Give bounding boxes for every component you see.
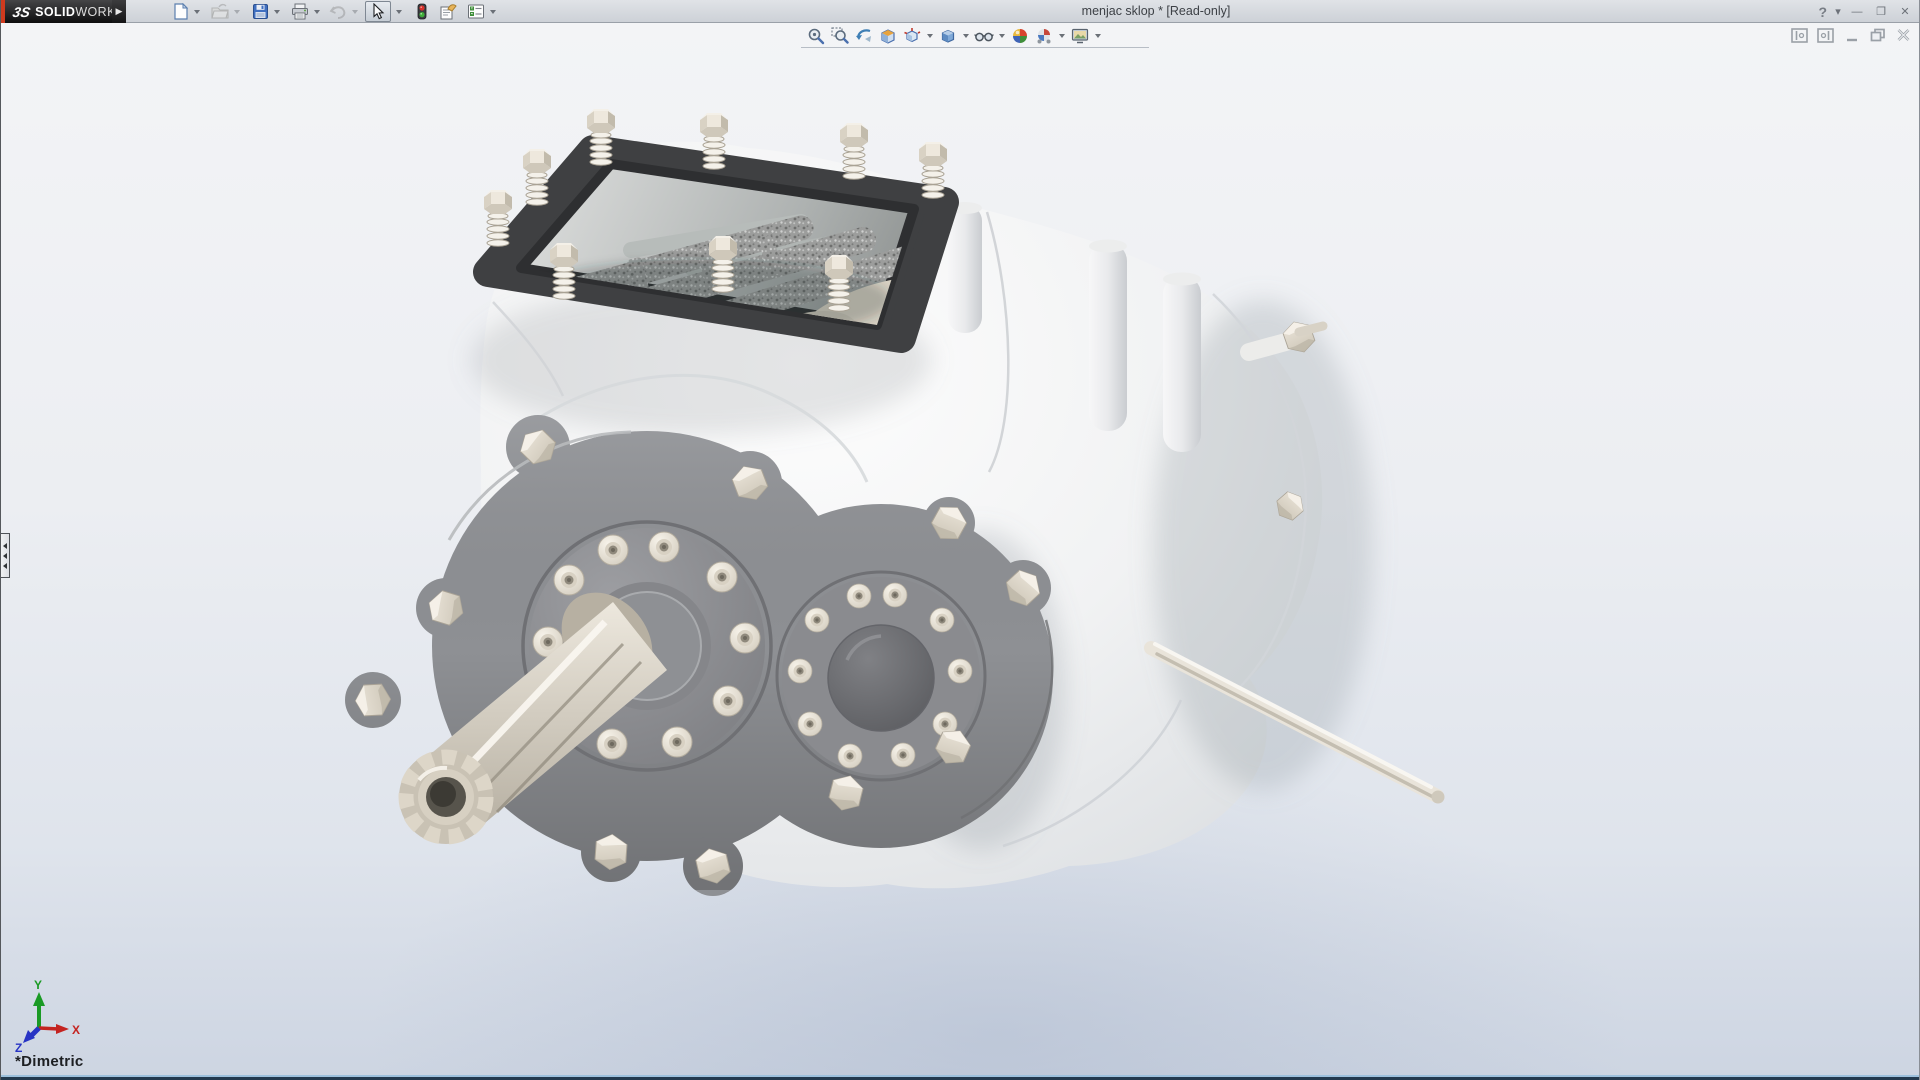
zoom-to-fit-icon: [807, 27, 825, 45]
headsup-view-toolbar: [801, 24, 1149, 48]
new-document-icon: [172, 3, 189, 20]
hide-show-items-button[interactable]: [973, 26, 995, 46]
restore-icon: [1870, 28, 1886, 42]
collapse-pane-right-button[interactable]: [1816, 27, 1835, 43]
solidworks-window: 3S SOLID WORKS ▶: [0, 0, 1920, 1080]
gearbox-model: Y X Z: [1, 23, 1920, 1080]
feature-manager-collapsed-tab[interactable]: [1, 533, 10, 578]
expand-panel-arrow-icon: [3, 553, 7, 559]
help-dropdown[interactable]: ▾: [1833, 3, 1843, 20]
dassault-3s-icon: 3S: [11, 4, 32, 20]
save-button[interactable]: [249, 1, 271, 22]
document-window-controls: [1790, 27, 1913, 43]
expand-panel-arrow-icon: [3, 543, 7, 549]
file-properties-button[interactable]: [437, 1, 459, 22]
graphics-viewport[interactable]: Y X Z: [1, 23, 1920, 1080]
zoom-to-area-button[interactable]: [829, 26, 851, 46]
expand-panel-arrow-icon: [3, 563, 7, 569]
close-window-button[interactable]: ✕: [1895, 3, 1915, 20]
apply-scene-icon: [1035, 27, 1053, 45]
close-icon: [1896, 28, 1911, 42]
x-axis-arrow: [56, 1024, 69, 1034]
select-tool-dropdown[interactable]: [393, 1, 405, 22]
print-icon: [291, 3, 309, 20]
previous-view-icon: [855, 27, 873, 45]
open-document-button[interactable]: [209, 1, 231, 22]
new-document-dropdown[interactable]: [191, 1, 203, 22]
document-title: menjac sklop * [Read-only]: [1041, 0, 1271, 23]
hex-bolt: [840, 123, 868, 179]
edit-appearance-icon: [1011, 27, 1029, 45]
hide-show-items-icon: [974, 27, 994, 45]
rebuild-button[interactable]: [411, 1, 433, 22]
hide-show-items-dropdown[interactable]: [997, 26, 1007, 46]
file-properties-icon: [439, 3, 458, 20]
open-document-dropdown[interactable]: [231, 1, 243, 22]
options-icon: [467, 3, 485, 20]
pane-right-icon: [1817, 28, 1834, 43]
zoom-to-fit-button[interactable]: [805, 26, 827, 46]
select-cursor-icon: [370, 3, 386, 20]
window-controls: ? ▾ — ❐ ✕: [1816, 0, 1915, 23]
view-settings-dropdown[interactable]: [1093, 26, 1103, 46]
restore-document-button[interactable]: [1868, 27, 1887, 43]
undo-icon: [329, 3, 347, 20]
hex-bolt: [919, 142, 947, 198]
splined-shaft-end: [399, 750, 493, 844]
display-style-button[interactable]: [937, 26, 959, 46]
collapse-pane-left-button[interactable]: [1790, 27, 1809, 43]
x-axis-label: X: [72, 1023, 80, 1037]
section-view-button[interactable]: [877, 26, 899, 46]
options-button[interactable]: [465, 1, 487, 22]
apply-scene-dropdown[interactable]: [1057, 26, 1067, 46]
y-axis-label: Y: [34, 978, 42, 992]
rebuild-traffic-light-icon: [416, 3, 428, 21]
section-view-icon: [879, 27, 897, 45]
open-document-icon: [211, 3, 229, 20]
zoom-to-area-icon: [831, 27, 849, 45]
display-style-icon: [939, 27, 957, 45]
viewport-bottom-border: [1, 1075, 1920, 1077]
titlebar: 3S SOLID WORKS ▶: [1, 0, 1920, 23]
brand-bold: SOLID: [35, 5, 75, 19]
print-dropdown[interactable]: [311, 1, 323, 22]
hex-bolt: [700, 113, 728, 169]
save-dropdown[interactable]: [271, 1, 283, 22]
help-button[interactable]: ?: [1816, 4, 1829, 20]
minimize-document-button[interactable]: [1842, 27, 1861, 43]
close-document-button[interactable]: [1894, 27, 1913, 43]
previous-view-button[interactable]: [853, 26, 875, 46]
view-orientation-button[interactable]: [901, 26, 923, 46]
menu-flyout-arrow[interactable]: ▶: [112, 0, 126, 23]
hex-bolt: [523, 149, 551, 205]
new-document-button[interactable]: [169, 1, 191, 22]
minimize-window-button[interactable]: —: [1847, 3, 1867, 20]
view-settings-button[interactable]: [1069, 26, 1091, 46]
hex-bolt: [484, 190, 512, 246]
pane-left-icon: [1791, 28, 1808, 43]
view-settings-icon: [1071, 27, 1089, 45]
select-tool-button[interactable]: [365, 1, 391, 22]
print-button[interactable]: [289, 1, 311, 22]
dome-cap: [828, 625, 934, 731]
view-orientation-label: *Dimetric: [15, 1053, 84, 1070]
edit-appearance-button[interactable]: [1009, 26, 1031, 46]
reference-triad: Y X Z: [15, 978, 80, 1055]
view-orientation-icon: [903, 27, 921, 45]
display-style-dropdown[interactable]: [961, 26, 971, 46]
view-orientation-dropdown[interactable]: [925, 26, 935, 46]
options-dropdown[interactable]: [487, 1, 499, 22]
undo-button[interactable]: [327, 1, 349, 22]
solidworks-logo: 3S SOLID WORKS: [5, 0, 112, 23]
y-axis-arrow: [33, 992, 45, 1006]
apply-scene-button[interactable]: [1033, 26, 1055, 46]
minimize-icon: [1845, 29, 1859, 42]
restore-window-button[interactable]: ❐: [1871, 3, 1891, 20]
undo-dropdown[interactable]: [349, 1, 361, 22]
save-icon: [252, 3, 269, 20]
